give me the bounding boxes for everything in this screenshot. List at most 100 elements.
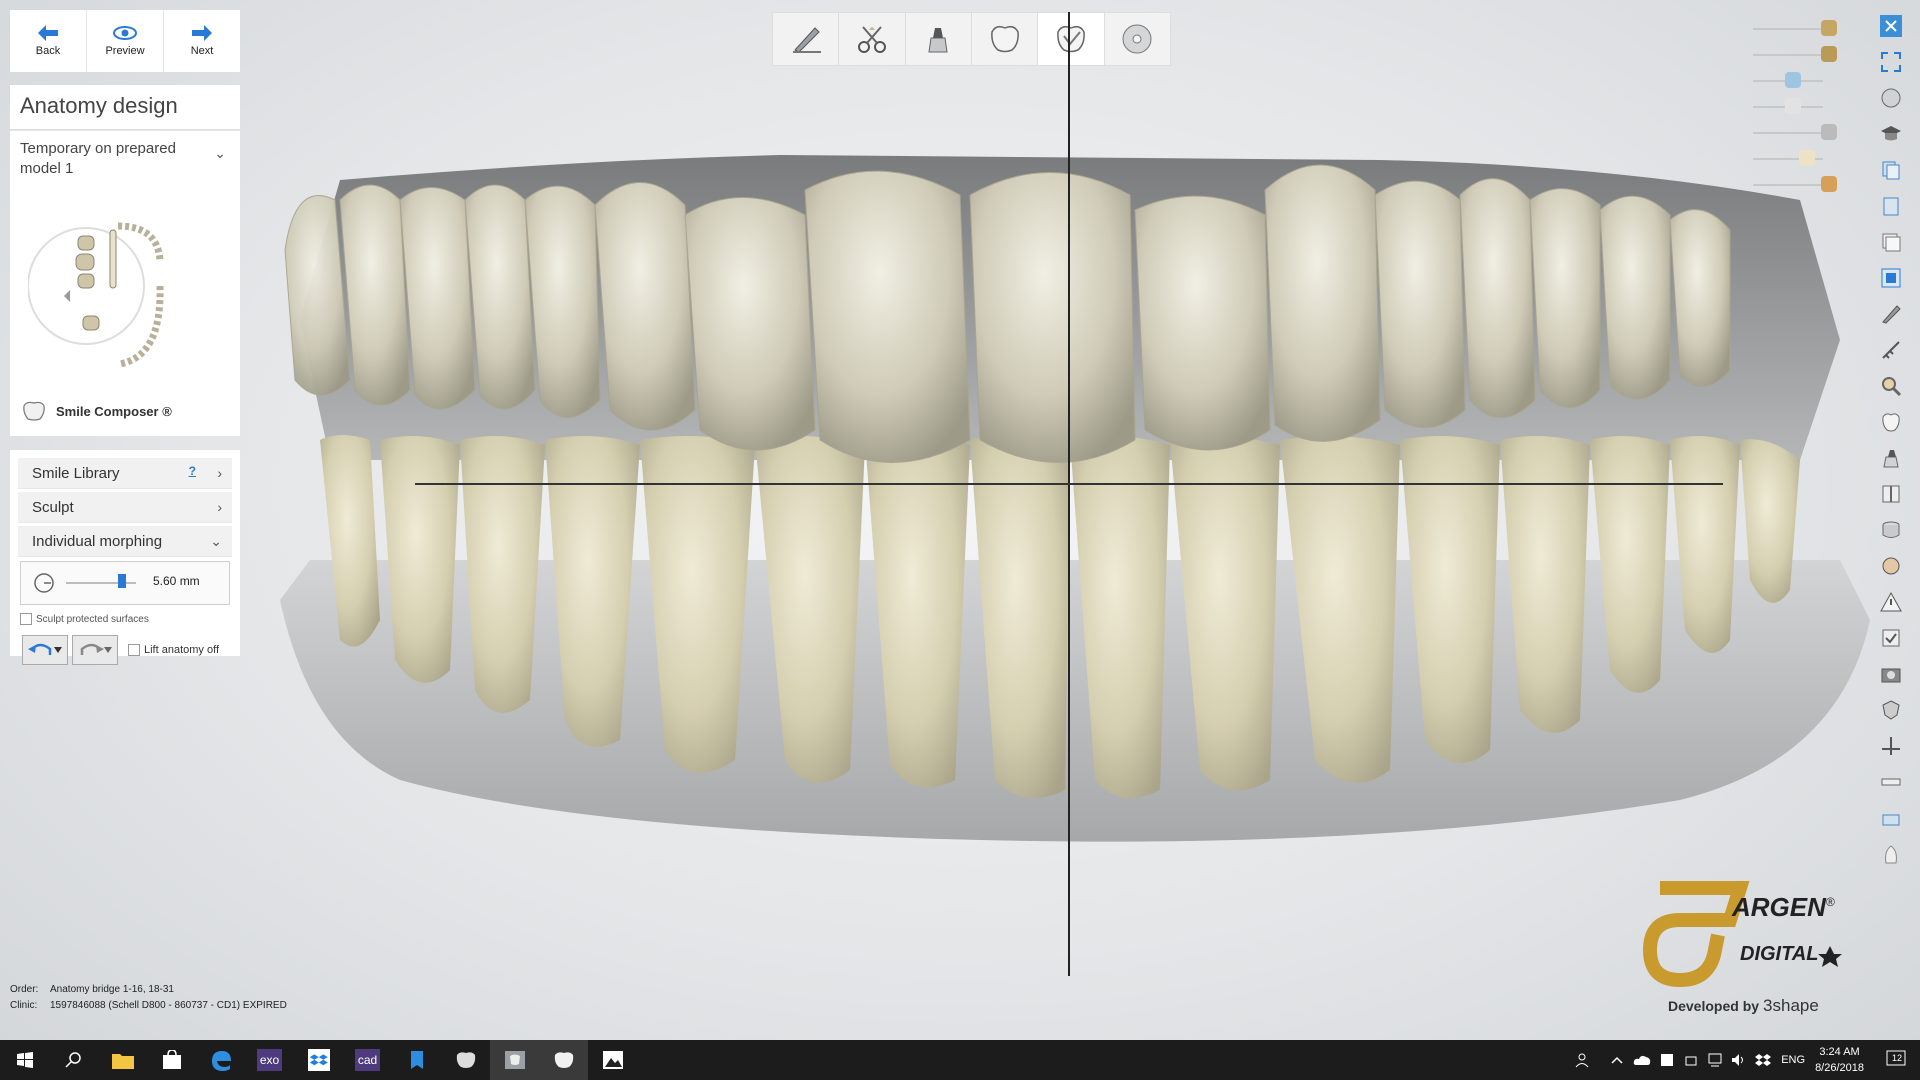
crown-icon (1885, 845, 1897, 864)
cut-slider[interactable] (1745, 120, 1855, 146)
toolbar-anatomy-button[interactable] (972, 13, 1039, 65)
taskbar-dropbox[interactable] (294, 1040, 343, 1080)
undo-redo-row: Lift anatomy off (22, 635, 240, 665)
taskbar-tooth-app2[interactable] (490, 1040, 539, 1080)
ruler-tool-button[interactable] (1877, 768, 1905, 796)
case-panel: Temporary on prepared model 1 ⌄ (10, 130, 240, 386)
people-icon[interactable] (1575, 1052, 1593, 1068)
eye-icon (113, 26, 137, 40)
notification-center[interactable]: 12 (1886, 1050, 1906, 1071)
wax-knife-button[interactable] (1877, 300, 1905, 328)
crown-tool-button[interactable] (1877, 840, 1905, 868)
onedrive-icon[interactable] (1633, 1054, 1651, 1066)
page-title: Anatomy design (20, 93, 178, 118)
smile-library-row[interactable]: Smile Library ? › (18, 458, 232, 489)
taskbar-app[interactable] (392, 1040, 441, 1080)
dental-3d-viewport[interactable] (280, 140, 1870, 860)
section-tool-button[interactable] (1877, 480, 1905, 508)
sculpt-protected-checkbox[interactable] (20, 613, 32, 625)
antagonist-slider[interactable] (1745, 68, 1855, 94)
smile-composer-panel[interactable]: Smile Composer ® (10, 386, 240, 436)
language-indicator[interactable]: ENG (1781, 1054, 1805, 1066)
individual-morphing-row[interactable]: Individual morphing ⌄ (18, 526, 232, 557)
screenshot-button[interactable] (1877, 264, 1905, 292)
undo-button[interactable] (22, 635, 68, 665)
toolbar-pen-button[interactable] (773, 13, 840, 65)
lower-model-icon (1821, 176, 1837, 192)
sculpt-row[interactable]: Sculpt › (18, 492, 232, 523)
case-select[interactable]: Temporary on prepared model 1 (10, 131, 200, 187)
close-button[interactable] (1877, 12, 1905, 40)
back-button[interactable]: Back (10, 10, 87, 72)
lower-model-slider[interactable] (1745, 172, 1855, 198)
search-tool-button[interactable] (1877, 372, 1905, 400)
midline-guide[interactable] (1068, 12, 1070, 976)
pen-icon (792, 27, 821, 53)
taskbar-clock[interactable]: 3:24 AM 8/26/2018 (1815, 1044, 1864, 1076)
die-icon (1883, 450, 1899, 468)
toolbar-smile-button[interactable] (1038, 13, 1105, 65)
upper-model-slider[interactable] (1745, 16, 1855, 42)
layers-button[interactable] (1877, 228, 1905, 256)
taskbar-store[interactable] (147, 1040, 196, 1080)
warning-tool-button[interactable] (1877, 588, 1905, 616)
radius-slider-thumb[interactable] (118, 574, 126, 588)
tooth-tool-button[interactable] (1877, 408, 1905, 436)
model-tool-button[interactable] (1877, 516, 1905, 544)
chevron-down-icon[interactable]: ⌄ (214, 145, 226, 162)
toolbar-die-button[interactable] (906, 13, 972, 65)
radius-icon (34, 573, 54, 593)
taskbar-tooth-app3[interactable] (539, 1040, 588, 1080)
next-button[interactable]: Next (164, 10, 240, 72)
face-tool-button[interactable] (1877, 552, 1905, 580)
preview-button[interactable]: Preview (87, 10, 164, 72)
taskbar-file-explorer[interactable] (98, 1040, 147, 1080)
tooth-chart[interactable] (28, 216, 178, 376)
network-icon[interactable] (1707, 1053, 1723, 1067)
upper-gum-slider[interactable] (1745, 42, 1855, 68)
sculpt-protected-option[interactable]: Sculpt protected surfaces (20, 613, 240, 625)
axis-tool-button[interactable] (1877, 732, 1905, 760)
taskbar-cad[interactable]: cad (343, 1040, 392, 1080)
die-tool-button[interactable] (1877, 444, 1905, 472)
help-link[interactable]: ? (189, 464, 196, 478)
argen-logo-mark: ARGEN ® DIGITAL (1642, 881, 1842, 988)
tooth-app3-icon (554, 1052, 573, 1068)
tooth-icon (23, 401, 45, 421)
magnifier-icon (1882, 377, 1902, 397)
workflow-toolbar (772, 12, 1171, 66)
start-button[interactable] (0, 1040, 49, 1080)
dropbox-tray-icon[interactable] (1755, 1053, 1772, 1067)
lift-anatomy-checkbox[interactable] (128, 644, 140, 656)
print-tool-button[interactable] (1877, 804, 1905, 832)
checklist-tool-button[interactable] (1877, 624, 1905, 652)
volume-icon[interactable] (1731, 1053, 1747, 1067)
tray-tool-icon[interactable] (1683, 1052, 1699, 1068)
taskbar-edge[interactable] (196, 1040, 245, 1080)
occlusal-plane-guide[interactable] (415, 483, 1723, 485)
scissors-icon (1821, 124, 1837, 140)
library-slider[interactable] (1745, 146, 1855, 172)
clipboard-icon (1883, 197, 1899, 216)
shield-tool-button[interactable] (1877, 696, 1905, 724)
taskbar-exo[interactable]: exo (245, 1040, 294, 1080)
toolbar-output-button[interactable] (1105, 13, 1170, 65)
teeth-slider[interactable] (1745, 94, 1855, 120)
toolbar-trim-button[interactable] (839, 13, 906, 65)
chevron-up-icon[interactable] (1611, 1056, 1623, 1064)
copy-button[interactable] (1877, 156, 1905, 184)
antagonist-icon (1785, 72, 1801, 88)
taskbar-photos[interactable] (588, 1040, 637, 1080)
measure-button[interactable] (1877, 336, 1905, 364)
order-value: Anatomy bridge 1-16, 18-31 (50, 984, 174, 995)
tutorial-button[interactable] (1877, 120, 1905, 148)
fullscreen-button[interactable] (1877, 48, 1905, 76)
redo-button[interactable] (72, 635, 118, 665)
taskbar-tooth-app[interactable] (441, 1040, 490, 1080)
camera-tool-button[interactable] (1877, 660, 1905, 688)
search-button[interactable] (49, 1040, 98, 1080)
clinic-label: Clinic: (10, 1000, 38, 1011)
view-button[interactable] (1877, 84, 1905, 112)
app-tray-icon[interactable] (1659, 1052, 1675, 1068)
clipboard-button[interactable] (1877, 192, 1905, 220)
